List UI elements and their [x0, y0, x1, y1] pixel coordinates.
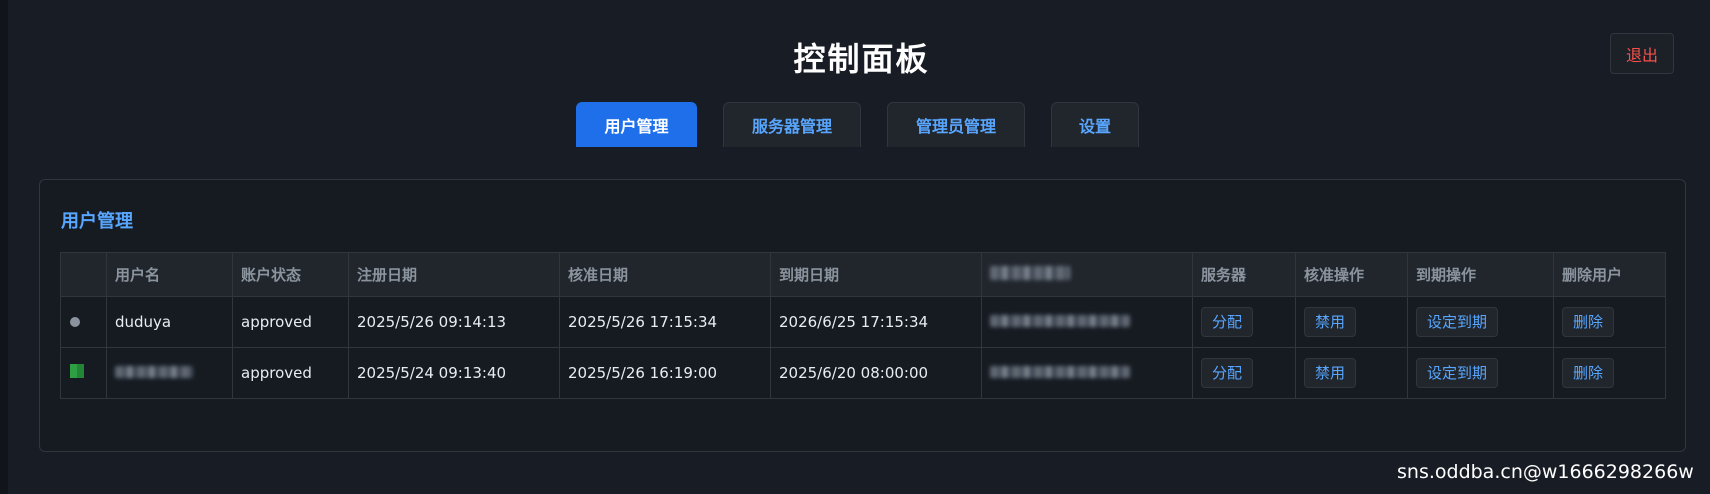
- delete-button[interactable]: 删除: [1562, 358, 1615, 388]
- approve-action-cell: 禁用: [1295, 347, 1408, 399]
- redacted-value: [990, 366, 1130, 378]
- header-delete-user: 删除用户: [1553, 252, 1666, 297]
- header-approve-date: 核准日期: [559, 252, 771, 297]
- approve-action-cell: 禁用: [1295, 296, 1408, 348]
- tab-user-management[interactable]: 用户管理: [576, 102, 697, 147]
- header-username: 用户名: [106, 252, 233, 297]
- watermark: sns.oddba.cn@w1666298266w: [1397, 461, 1694, 483]
- redacted-value: [990, 315, 1130, 327]
- tab-settings[interactable]: 设置: [1051, 102, 1139, 147]
- header-redacted: [981, 252, 1193, 297]
- status-cell: [60, 347, 107, 399]
- account-status-cell: approved: [232, 296, 349, 348]
- register-date-cell: 2025/5/24 09:13:40: [348, 347, 560, 399]
- redacted-username: [115, 366, 193, 378]
- approve-date-cell: 2025/5/26 17:15:34: [559, 296, 771, 348]
- header-expire-date: 到期日期: [770, 252, 982, 297]
- assign-button[interactable]: 分配: [1201, 358, 1254, 388]
- redacted-cell: [981, 347, 1193, 399]
- gray-dot-icon: [70, 317, 80, 327]
- tab-server-management[interactable]: 服务器管理: [723, 102, 861, 147]
- logout-button[interactable]: 退出: [1610, 33, 1674, 74]
- header-account-status: 账户状态: [232, 252, 349, 297]
- tab-bar: 用户管理 服务器管理 管理员管理 设置: [0, 102, 1710, 147]
- set-expiry-button[interactable]: 设定到期: [1416, 307, 1499, 337]
- assign-button[interactable]: 分配: [1201, 307, 1254, 337]
- header-expire-action: 到期操作: [1407, 252, 1554, 297]
- expire-date-cell: 2026/6/25 17:15:34: [770, 296, 982, 348]
- username-cell: [106, 347, 233, 399]
- control-panel-page: 控制面板 退出 用户管理 服务器管理 管理员管理 设置 用户管理 用户名 账户状…: [0, 0, 1710, 494]
- header-register-date: 注册日期: [348, 252, 560, 297]
- header-server: 服务器: [1192, 252, 1296, 297]
- table-header-row: 用户名 账户状态 注册日期 核准日期 到期日期 服务器 核准操作 到期操作 删除…: [60, 252, 1666, 297]
- user-management-panel: 用户管理 用户名 账户状态 注册日期 核准日期 到期日期 服务器 核准操作 到期…: [39, 179, 1686, 452]
- redacted-cell: [981, 296, 1193, 348]
- table-row: approved 2025/5/24 09:13:40 2025/5/26 16…: [60, 347, 1666, 399]
- server-cell: 分配: [1192, 296, 1296, 348]
- server-cell: 分配: [1192, 347, 1296, 399]
- expire-action-cell: 设定到期: [1407, 296, 1554, 348]
- user-table: 用户名 账户状态 注册日期 核准日期 到期日期 服务器 核准操作 到期操作 删除…: [60, 252, 1666, 399]
- disable-button[interactable]: 禁用: [1304, 358, 1357, 388]
- redacted-header-text: [990, 265, 1070, 280]
- green-square-icon: [70, 364, 84, 378]
- panel-title: 用户管理: [61, 211, 133, 232]
- status-cell: [60, 296, 107, 348]
- page-title: 控制面板: [793, 40, 930, 78]
- delete-button[interactable]: 删除: [1562, 307, 1615, 337]
- approve-date-cell: 2025/5/26 16:19:00: [559, 347, 771, 399]
- expire-date-cell: 2025/6/20 08:00:00: [770, 347, 982, 399]
- username-cell: duduya: [106, 296, 233, 348]
- expire-action-cell: 设定到期: [1407, 347, 1554, 399]
- delete-cell: 删除: [1553, 347, 1666, 399]
- register-date-cell: 2025/5/26 09:14:13: [348, 296, 560, 348]
- header-status: [60, 252, 107, 297]
- header-approve-action: 核准操作: [1295, 252, 1408, 297]
- delete-cell: 删除: [1553, 296, 1666, 348]
- set-expiry-button[interactable]: 设定到期: [1416, 358, 1499, 388]
- account-status-cell: approved: [232, 347, 349, 399]
- tab-admin-management[interactable]: 管理员管理: [887, 102, 1025, 147]
- table-row: duduya approved 2025/5/26 09:14:13 2025/…: [60, 296, 1666, 348]
- disable-button[interactable]: 禁用: [1304, 307, 1357, 337]
